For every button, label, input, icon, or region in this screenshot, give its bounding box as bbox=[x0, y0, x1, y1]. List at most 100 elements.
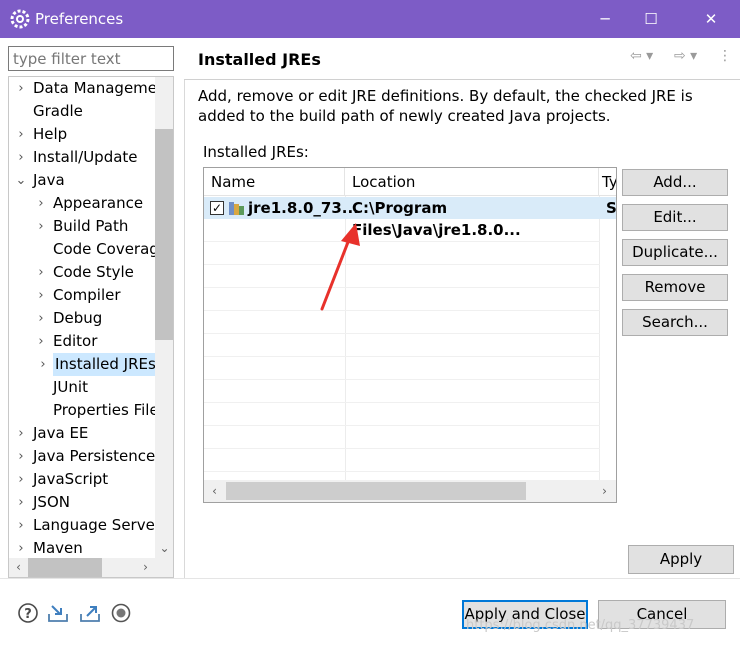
jre-location-cell: C:\Program Files\Java\jre1.8.0... bbox=[352, 199, 521, 239]
chevron-right-icon[interactable]: › bbox=[15, 514, 27, 537]
tree-item[interactable]: › Help bbox=[9, 123, 155, 146]
tree-item[interactable]: › Build Path bbox=[9, 215, 155, 238]
tree-item-label: Help bbox=[33, 125, 68, 143]
tree-item[interactable]: ⌄ Java bbox=[9, 169, 155, 192]
minimize-button[interactable]: ─ bbox=[582, 0, 628, 38]
installed-jres-label: Installed JREs: bbox=[203, 143, 309, 161]
edit-button[interactable]: Edit... bbox=[622, 204, 728, 231]
export-icon[interactable] bbox=[79, 602, 101, 624]
chevron-down-icon[interactable]: ⌄ bbox=[155, 539, 173, 558]
chevron-left-icon[interactable]: ‹ bbox=[9, 558, 28, 577]
default-jre-checkbox[interactable]: ✓ bbox=[210, 201, 224, 215]
tree-item[interactable]: › Installed JREs bbox=[40, 353, 156, 376]
gear-icon bbox=[10, 9, 30, 29]
close-button[interactable]: ✕ bbox=[688, 0, 734, 38]
preference-tree[interactable]: › Data Manageme Gradle › Help › Install/Update… bbox=[8, 76, 174, 578]
tree-item[interactable]: › Maven bbox=[9, 537, 155, 560]
tree-horizontal-scroll-thumb[interactable] bbox=[28, 558, 102, 577]
remove-button[interactable]: Remove bbox=[622, 274, 728, 301]
column-header-type[interactable]: Ty bbox=[599, 168, 616, 196]
chevron-right-icon[interactable]: › bbox=[35, 192, 47, 215]
empty-row bbox=[204, 288, 600, 311]
tree-item-label: Java EE bbox=[33, 424, 89, 442]
tree-item-label: Properties File bbox=[53, 401, 159, 419]
search-button[interactable]: Search... bbox=[622, 309, 728, 336]
empty-row bbox=[204, 449, 600, 472]
tree-item-label: Build Path bbox=[53, 217, 129, 235]
tree-item-label: JUnit bbox=[53, 378, 88, 396]
empty-row bbox=[204, 242, 600, 265]
view-menu-icon[interactable]: ⋮ bbox=[718, 48, 732, 64]
tree-item[interactable]: › Data Manageme bbox=[9, 77, 158, 100]
apply-button[interactable]: Apply bbox=[628, 545, 734, 574]
chevron-right-icon[interactable]: › bbox=[136, 558, 155, 577]
tree-item[interactable]: › Editor bbox=[9, 330, 155, 353]
column-header-location[interactable]: Location bbox=[345, 168, 599, 196]
chevron-right-icon[interactable]: › bbox=[595, 482, 614, 501]
tree-vertical-scrollbar[interactable]: ⌄ bbox=[155, 77, 173, 558]
chevron-right-icon[interactable]: › bbox=[37, 353, 49, 376]
chevron-right-icon[interactable]: › bbox=[15, 445, 27, 468]
tree-item[interactable]: › Appearance bbox=[9, 192, 155, 215]
chevron-right-icon[interactable]: › bbox=[35, 215, 47, 238]
chevron-right-icon[interactable]: › bbox=[35, 284, 47, 307]
tree-item[interactable]: › JavaScript bbox=[9, 468, 155, 491]
filter-input[interactable] bbox=[8, 46, 174, 71]
tree-item[interactable]: Properties File bbox=[9, 399, 159, 422]
chevron-right-icon[interactable]: › bbox=[15, 77, 27, 100]
tree-vertical-scroll-thumb[interactable] bbox=[155, 129, 173, 340]
help-icon[interactable]: ? bbox=[17, 602, 39, 624]
watermark: https://blog.csdn.net/qq_37739437 bbox=[466, 618, 695, 633]
table-row[interactable]: ✓ jre1.8.0_73... C:\Program Files\Java\j… bbox=[204, 197, 616, 239]
tree-item[interactable]: Gradle bbox=[9, 100, 155, 123]
tree-item-label: Maven bbox=[33, 539, 83, 557]
tree-item-label: Debug bbox=[53, 309, 103, 327]
tree-item[interactable]: › Debug bbox=[9, 307, 155, 330]
table-scroll-thumb[interactable] bbox=[226, 482, 526, 500]
table-horizontal-scrollbar[interactable]: ‹ › bbox=[204, 480, 616, 502]
chevron-left-icon[interactable]: ‹ bbox=[205, 482, 224, 501]
empty-row bbox=[204, 403, 600, 426]
page-title: Installed JREs bbox=[198, 50, 321, 69]
tree-item-label: Data Manageme bbox=[33, 79, 158, 97]
tree-item-label: JSON bbox=[33, 493, 70, 511]
back-arrow-icon[interactable]: ⇦ ▾ bbox=[630, 48, 653, 64]
forward-arrow-icon[interactable]: ⇨ ▾ bbox=[674, 48, 697, 64]
tree-item-label: Code Style bbox=[53, 263, 134, 281]
page-description: Add, remove or edit JRE definitions. By … bbox=[198, 87, 693, 125]
duplicate-button[interactable]: Duplicate... bbox=[622, 239, 728, 266]
tree-item-label: Installed JREs bbox=[55, 355, 156, 373]
chevron-right-icon[interactable]: › bbox=[35, 330, 47, 353]
tree-item[interactable]: › Compiler bbox=[9, 284, 155, 307]
empty-row bbox=[204, 265, 600, 288]
tree-item[interactable]: Code Coverag bbox=[9, 238, 159, 261]
chevron-right-icon[interactable]: › bbox=[35, 261, 47, 284]
tree-item[interactable]: › Java EE bbox=[9, 422, 155, 445]
tree-item[interactable]: › Install/Update bbox=[9, 146, 155, 169]
chevron-right-icon[interactable]: › bbox=[15, 422, 27, 445]
column-header-name[interactable]: Name bbox=[204, 168, 345, 196]
chevron-right-icon[interactable]: › bbox=[15, 491, 27, 514]
title-bar: Preferences ─ ☐ ✕ bbox=[0, 0, 740, 38]
tree-item[interactable]: › Code Style bbox=[9, 261, 155, 284]
chevron-right-icon[interactable]: › bbox=[35, 307, 47, 330]
chevron-right-icon[interactable]: › bbox=[15, 123, 27, 146]
tree-item[interactable]: › Language Server bbox=[9, 514, 161, 537]
empty-row bbox=[204, 426, 600, 449]
tree-horizontal-scrollbar[interactable]: ‹ › bbox=[9, 558, 155, 577]
record-icon[interactable] bbox=[110, 602, 132, 624]
add-button[interactable]: Add... bbox=[622, 169, 728, 196]
chevron-right-icon[interactable]: › bbox=[15, 537, 27, 560]
tree-item-label: Gradle bbox=[33, 102, 83, 120]
tree-item-label: Editor bbox=[53, 332, 98, 350]
jre-table[interactable]: Name Location Ty ✓ jre1.8.0_73... C:\Pro… bbox=[203, 167, 617, 503]
tree-item[interactable]: JUnit bbox=[9, 376, 155, 399]
tree-item[interactable]: › JSON bbox=[9, 491, 155, 514]
chevron-right-icon[interactable]: › bbox=[15, 146, 27, 169]
import-icon[interactable] bbox=[47, 602, 69, 624]
chevron-right-icon[interactable]: › bbox=[15, 468, 27, 491]
maximize-button[interactable]: ☐ bbox=[628, 0, 674, 38]
tree-item[interactable]: › Java Persistence bbox=[9, 445, 155, 468]
chevron-down-icon[interactable]: ⌄ bbox=[15, 169, 27, 192]
tree-item-label: Compiler bbox=[53, 286, 121, 304]
